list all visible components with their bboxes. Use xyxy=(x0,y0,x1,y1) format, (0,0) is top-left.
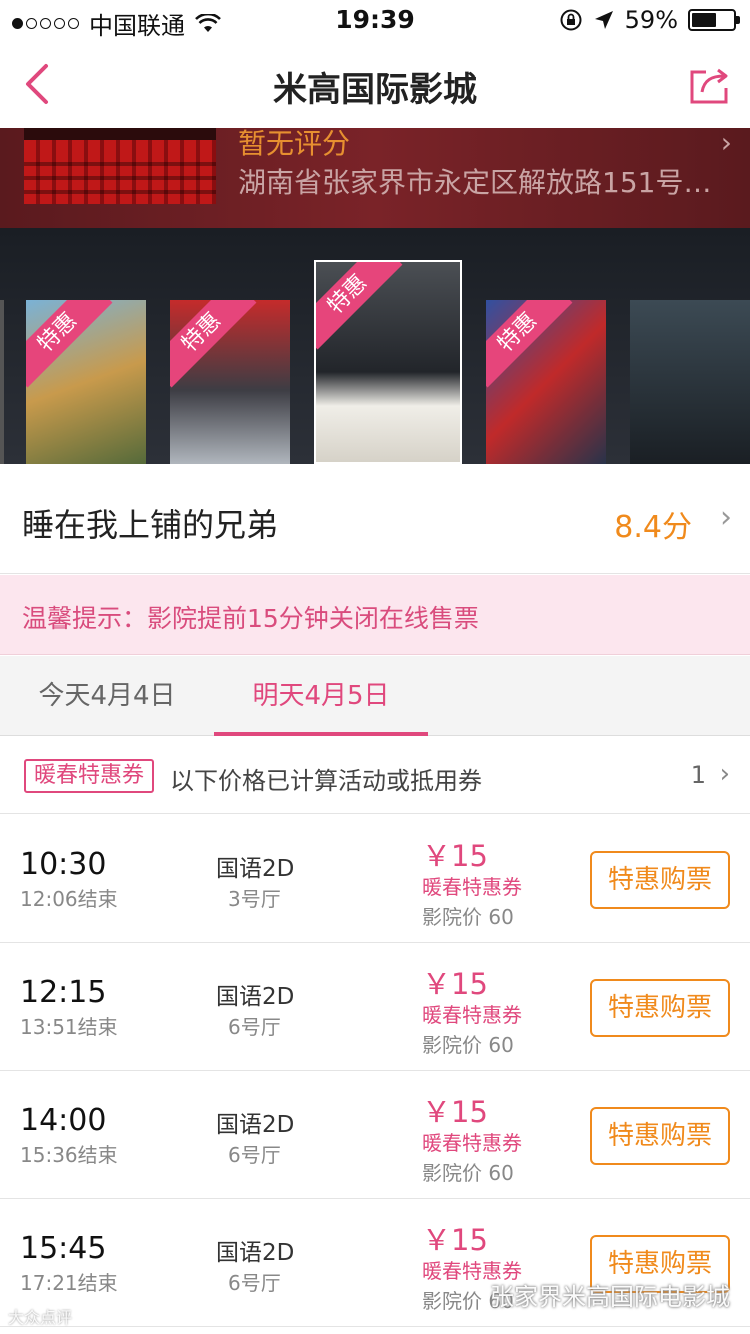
discount-price: ￥15 xyxy=(422,839,488,873)
chevron-right-icon: › xyxy=(720,128,732,159)
movie-poster[interactable]: 特惠 xyxy=(486,300,606,464)
hall-number: 6号厅 xyxy=(228,1015,281,1039)
end-time: 12:06结束 xyxy=(20,887,118,911)
battery-percent: 59% xyxy=(624,6,678,34)
movie-poster-selected[interactable]: 特惠 xyxy=(314,260,462,464)
cinema-photo xyxy=(24,128,216,204)
coupon-label: 暖春特惠券 xyxy=(422,875,522,899)
battery-icon xyxy=(688,9,740,31)
language-format: 国语2D xyxy=(216,1112,295,1138)
hall-number: 6号厅 xyxy=(228,1143,281,1167)
cinema-address: 湖南省张家界市永定区解放路151号… xyxy=(238,166,712,199)
status-right: 59% xyxy=(559,6,740,34)
discount-price: ￥15 xyxy=(422,1223,488,1257)
cinema-header[interactable]: 暂无评分 湖南省张家界市永定区解放路151号… › xyxy=(0,128,750,228)
cinema-rating: 暂无评分 xyxy=(238,128,351,160)
movie-poster[interactable]: 特惠 xyxy=(26,300,146,464)
movie-poster[interactable] xyxy=(630,300,750,464)
notice-text: 温馨提示：影院提前15分钟关闭在线售票 xyxy=(22,604,479,633)
cinema-price: 影院价 60 xyxy=(422,1161,514,1185)
nav-bar: 米高国际影城 xyxy=(0,40,750,128)
watermark: 张家界米高国际电影城 xyxy=(490,1283,730,1311)
discount-badge: 特惠 xyxy=(26,300,113,388)
discount-price: ￥15 xyxy=(422,967,488,1001)
language-format: 国语2D xyxy=(216,1240,295,1266)
language-format: 国语2D xyxy=(216,984,295,1010)
location-icon xyxy=(594,11,613,29)
poster-carousel[interactable]: 特惠 特惠 特惠 特惠 xyxy=(0,228,750,464)
movie-poster[interactable]: 特惠 xyxy=(170,300,290,464)
hall-number: 3号厅 xyxy=(228,887,281,911)
showtime-row: 10:30 12:06结束 国语2D 3号厅 ￥15 暖春特惠券 影院价 60 … xyxy=(0,815,750,943)
end-time: 17:21结束 xyxy=(20,1271,118,1295)
movie-score: 8.4分 xyxy=(614,510,692,545)
movie-title: 睡在我上铺的兄弟 xyxy=(22,506,279,544)
cinema-price: 影院价 60 xyxy=(422,1033,514,1057)
tab-label: 今天4月4日 xyxy=(38,681,176,711)
buy-ticket-button[interactable]: 特惠购票 xyxy=(590,979,730,1037)
discount-badge: 特惠 xyxy=(316,262,403,350)
tab-tomorrow[interactable]: 明天4月5日 xyxy=(214,656,428,736)
movie-poster[interactable] xyxy=(0,300,4,464)
coupon-label: 暖春特惠券 xyxy=(422,1003,522,1027)
hall-number: 6号厅 xyxy=(228,1271,281,1295)
promo-row[interactable]: 暖春特惠券 以下价格已计算活动或抵用券 1 › xyxy=(0,737,750,814)
end-time: 13:51结束 xyxy=(20,1015,118,1039)
buy-ticket-button[interactable]: 特惠购票 xyxy=(590,1107,730,1165)
rotation-lock-icon xyxy=(560,9,582,31)
tab-underline xyxy=(214,732,428,736)
tab-today[interactable]: 今天4月4日 xyxy=(0,656,214,736)
page-title: 米高国际影城 xyxy=(273,70,477,110)
watermark-left: 大众点评 xyxy=(8,1308,73,1327)
cinema-price: 影院价 60 xyxy=(422,905,514,929)
tab-label: 明天4月5日 xyxy=(252,681,390,711)
buy-ticket-button[interactable]: 特惠购票 xyxy=(590,851,730,909)
coupon-label: 暖春特惠券 xyxy=(422,1131,522,1155)
showtime-row: 14:00 15:36结束 国语2D 6号厅 ￥15 暖春特惠券 影院价 60 … xyxy=(0,1071,750,1199)
discount-badge: 特惠 xyxy=(170,300,257,388)
showtime-row: 12:15 13:51结束 国语2D 6号厅 ￥15 暖春特惠券 影院价 60 … xyxy=(0,943,750,1071)
start-time: 15:45 xyxy=(20,1231,107,1266)
date-tabs: 今天4月4日 明天4月5日 xyxy=(0,656,750,736)
notice-banner: 温馨提示：影院提前15分钟关闭在线售票 xyxy=(0,575,750,655)
start-time: 12:15 xyxy=(20,975,107,1010)
promo-tag: 暖春特惠券 xyxy=(24,759,155,793)
start-time: 14:00 xyxy=(20,1103,107,1138)
end-time: 15:36结束 xyxy=(20,1143,118,1167)
discount-badge: 特惠 xyxy=(486,300,573,388)
language-format: 国语2D xyxy=(216,856,295,882)
chevron-right-icon: › xyxy=(719,759,730,789)
chevron-right-icon: › xyxy=(720,500,732,535)
share-icon[interactable] xyxy=(688,62,732,106)
movie-info-row[interactable]: 睡在我上铺的兄弟 8.4分 › xyxy=(0,464,750,574)
promo-count: 1 xyxy=(690,761,706,789)
discount-price: ￥15 xyxy=(422,1095,488,1129)
status-bar: 中国联通 19:39 59% xyxy=(0,0,750,40)
start-time: 10:30 xyxy=(20,847,107,882)
promo-text: 以下价格已计算活动或抵用券 xyxy=(170,767,482,795)
